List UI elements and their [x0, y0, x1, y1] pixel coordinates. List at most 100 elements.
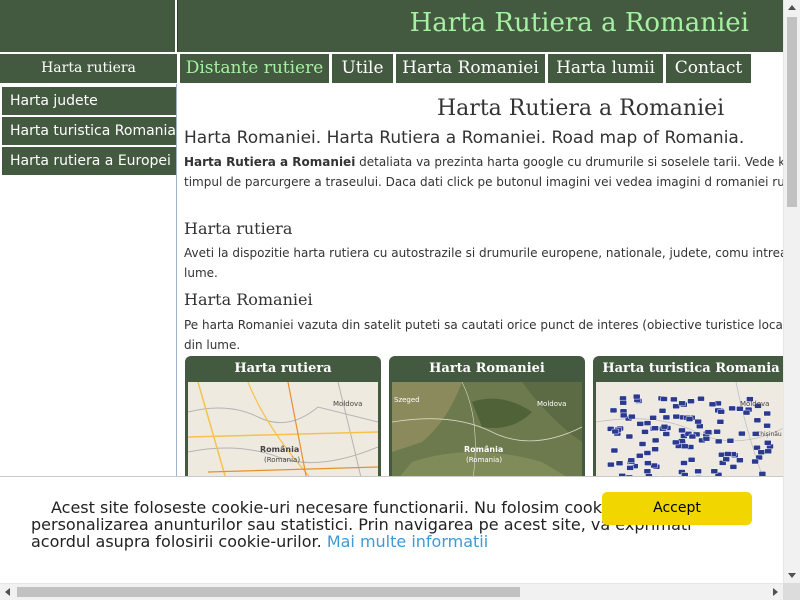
poi-marker-icon	[644, 460, 652, 466]
thumbnail-title: Harta turistica Romania	[602, 361, 780, 376]
poi-marker-icon	[619, 399, 627, 406]
page-title: Harta Rutiera a Romaniei	[437, 96, 725, 121]
poi-marker-icon	[694, 468, 702, 475]
poi-marker-icon	[710, 468, 719, 474]
site-title[interactable]: Harta Rutiera a Romaniei	[410, 8, 749, 38]
poi-marker-icon	[726, 438, 735, 444]
sidebar-item-harta-turistica[interactable]: Harta turistica Romania	[2, 117, 176, 145]
poi-marker-icon	[678, 400, 686, 407]
poi-marker-icon	[662, 431, 671, 437]
poi-marker-icon	[702, 435, 711, 442]
map-label: (Romania)	[466, 456, 502, 464]
poi-marker-icon	[626, 465, 634, 471]
nav-tab-harta-romaniei[interactable]: Harta Romaniei	[396, 54, 545, 83]
poi-marker-icon	[713, 428, 721, 435]
poi-marker-icon	[662, 414, 671, 421]
scroll-right-arrow-icon[interactable]	[773, 588, 778, 596]
poi-marker-icon	[638, 441, 647, 447]
poi-marker-icon	[697, 395, 705, 402]
poi-marker-icon	[685, 416, 694, 422]
poi-marker-icon	[651, 425, 659, 431]
horizontal-scrollbar[interactable]	[0, 583, 783, 600]
poi-marker-icon	[641, 429, 649, 435]
sidebar-item-harta-judete[interactable]: Harta judete	[2, 87, 176, 115]
top-nav: Harta rutiera Distante rutiere Utile Har…	[0, 52, 783, 84]
horizontal-scroll-thumb[interactable]	[17, 587, 520, 597]
poi-marker-icon	[610, 447, 619, 454]
poi-marker-icon	[670, 396, 678, 403]
poi-marker-icon	[632, 393, 641, 400]
nav-side-label: Harta rutiera	[0, 54, 177, 83]
poi-marker-icon	[717, 408, 725, 415]
page-viewport: Harta Rutiera a Romaniei Harta rutiera D…	[0, 0, 783, 583]
poi-marker-icon	[636, 452, 644, 459]
poi-marker-icon	[649, 415, 657, 421]
scroll-down-arrow-icon[interactable]	[788, 573, 796, 578]
poi-marker-icon	[660, 396, 668, 402]
accept-cookies-button[interactable]: Accept	[602, 492, 752, 525]
poi-marker-icon	[763, 422, 771, 429]
scroll-up-arrow-icon[interactable]	[788, 5, 796, 10]
poi-marker-icon	[764, 448, 772, 455]
poi-marker-icon	[724, 451, 732, 457]
vertical-scroll-thumb[interactable]	[787, 17, 797, 207]
poi-marker-icon	[627, 457, 636, 464]
poi-marker-icon	[687, 457, 696, 463]
header-left-block	[0, 0, 177, 52]
poi-marker-icon	[672, 439, 680, 446]
poi-marker-icon	[764, 440, 772, 446]
poi-marker-icon	[643, 420, 652, 426]
poi-marker-icon	[757, 449, 766, 455]
map-label: (Romania)	[264, 456, 300, 464]
poi-marker-icon	[738, 430, 746, 437]
thumbnail-harta-turistica[interactable]: Harta turistica Romania Moldova Chișinău	[593, 356, 783, 486]
thumbnail-title: Harta Romaniei	[429, 361, 545, 376]
map-label: Szeged	[394, 396, 420, 404]
poi-marker-icon	[615, 460, 624, 466]
poi-marker-icon	[625, 433, 634, 440]
poi-marker-icon	[716, 419, 725, 425]
poi-marker-icon	[636, 421, 644, 427]
nav-tab-utile[interactable]: Utile	[332, 54, 393, 83]
map-label: Moldova	[333, 400, 362, 408]
poi-marker-icon	[658, 408, 667, 414]
poi-marker-icon	[672, 413, 681, 420]
road-map-image: Moldova România (Romania)	[188, 382, 378, 486]
map-label: Chișinău	[756, 431, 782, 438]
poi-marker-icon	[680, 460, 688, 466]
thumbnail-harta-rutiera[interactable]: Harta rutiera Moldova România (Romania)	[185, 356, 381, 486]
poi-marker-icon	[696, 423, 704, 429]
map-label: Moldova	[740, 400, 769, 408]
nav-tab-distante-rutiere[interactable]: Distante rutiere	[180, 54, 329, 83]
vertical-scrollbar[interactable]	[783, 0, 800, 583]
map-label: Moldova	[537, 400, 566, 408]
more-info-link[interactable]: Mai multe informatii	[327, 532, 488, 551]
sidebar-item-harta-europei[interactable]: Harta rutiera a Europei	[2, 147, 176, 175]
poi-marker-icon	[607, 461, 615, 468]
poi-marker-icon	[651, 446, 659, 452]
intro-bold-term: Harta Rutiera a Romaniei	[184, 155, 356, 169]
tourist-map-image: Moldova Chișinău	[596, 382, 783, 486]
poi-marker-icon	[742, 409, 751, 416]
poi-marker-icon	[729, 464, 738, 470]
intro-paragraph: Harta Rutiera a Romaniei detaliata va pr…	[184, 152, 783, 192]
poi-marker-icon	[660, 423, 669, 430]
scrollbar-corner	[783, 583, 800, 600]
poi-marker-icon	[714, 438, 723, 445]
poi-marker-icon	[681, 443, 689, 450]
poi-marker-icon	[708, 401, 717, 408]
poi-marker-icon	[619, 412, 628, 419]
satellite-map-image: Moldova România (Romania) Szeged	[392, 382, 582, 486]
nav-tab-contact[interactable]: Contact	[666, 54, 751, 83]
thumbnail-harta-romaniei[interactable]: Harta Romaniei Moldova România (Romania)…	[389, 356, 585, 486]
poi-marker-icon	[611, 428, 620, 435]
poi-marker-icon	[643, 468, 652, 474]
poi-marker-icon	[678, 427, 686, 434]
scroll-left-arrow-icon[interactable]	[5, 588, 10, 596]
poi-marker-icon	[751, 458, 759, 465]
map-label: România	[260, 445, 299, 454]
section-title-harta-romaniei: Harta Romaniei	[184, 290, 313, 309]
page-subtitle: Harta Romaniei. Harta Rutiera a Romaniei…	[184, 128, 745, 148]
nav-tab-harta-lumii[interactable]: Harta lumii	[548, 54, 663, 83]
poi-marker-icon	[694, 418, 702, 425]
